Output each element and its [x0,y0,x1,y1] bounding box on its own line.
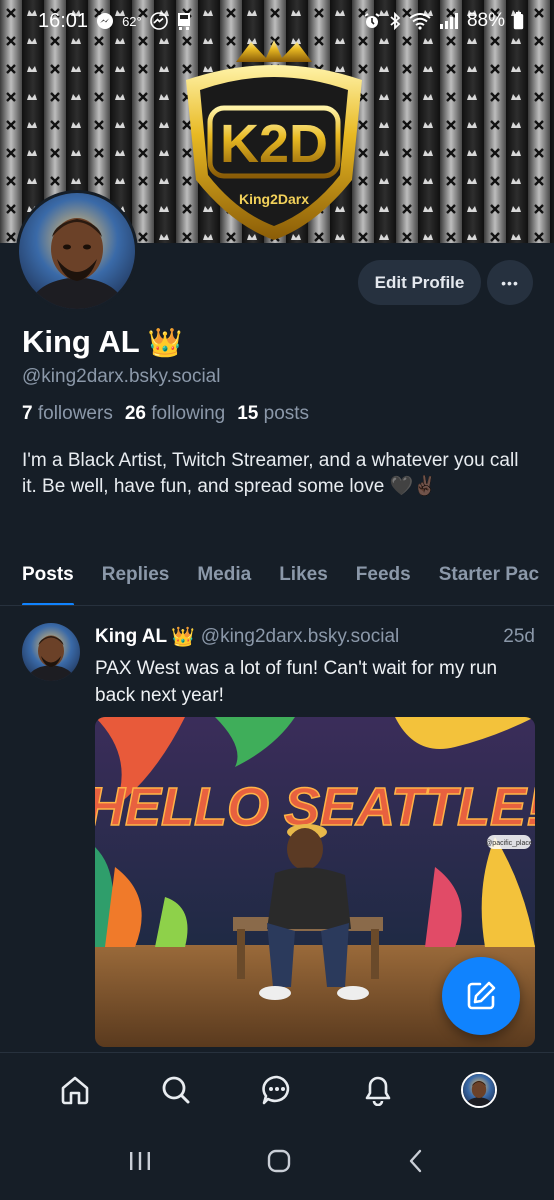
alarm-icon [363,12,381,30]
nav-profile[interactable] [449,1060,509,1120]
crown-icon: 👑 [171,627,195,648]
home-circle-icon [267,1149,291,1172]
bell-icon [365,1076,391,1106]
post-author-handle[interactable]: @king2darx.bsky.social [201,626,504,648]
compose-post-button[interactable] [442,957,520,1035]
tab-starter-packs[interactable]: Starter Pac [439,550,539,605]
recent-apps-button[interactable] [127,1150,153,1177]
status-temperature: 62° [122,13,142,29]
battery-percent: 88% [466,10,505,31]
profile-avatar [461,1071,498,1108]
followers-link[interactable]: 7 followers [22,403,113,425]
nav-chat[interactable] [247,1060,307,1120]
nav-notifications[interactable] [348,1060,408,1120]
tab-media[interactable]: Media [197,550,251,605]
profile-tabs: Posts Replies Media Likes Feeds Starter … [0,550,554,606]
post-header: King AL 👑 @king2darx.bsky.social 25d [95,625,535,649]
tab-likes[interactable]: Likes [279,550,328,605]
posts-count: 15 posts [237,403,310,424]
home-system-button[interactable] [266,1148,292,1179]
more-options-button[interactable]: ••• [487,260,533,305]
profile-stats: 7 followers 26 following 15 posts [22,403,309,425]
crown-icon: 👑 [147,326,183,358]
wifi-icon [409,12,431,30]
post-author-avatar[interactable] [22,623,80,681]
nav-search[interactable] [146,1060,206,1120]
k2d-logo: K2D King2Darx [186,40,362,240]
tab-feeds[interactable]: Feeds [356,550,411,605]
messenger-icon [96,12,114,30]
post-author-name[interactable]: King AL [95,626,167,648]
messenger-icon-2 [149,12,168,30]
post-timestamp[interactable]: 25d [503,626,535,648]
nav-home[interactable] [45,1060,105,1120]
signal-icon [439,13,459,29]
status-bar: 16:01 62° 88% [0,0,554,42]
svg-text:King2Darx: King2Darx [239,191,309,207]
profile-avatar-large[interactable] [16,190,138,312]
back-icon [410,1149,422,1172]
image-tag-text: @pacific_place [485,840,533,847]
tab-posts[interactable]: Posts [22,550,74,605]
chat-icon [262,1075,290,1104]
battery-icon [513,12,524,30]
status-time: 16:01 [38,9,89,32]
back-button[interactable] [405,1148,427,1179]
bottom-nav [0,1052,554,1126]
system-nav-bar [0,1126,554,1200]
ellipsis-icon: ••• [501,274,519,291]
recent-apps-icon [129,1151,150,1170]
bluetooth-icon [389,12,401,30]
edit-profile-button[interactable]: Edit Profile [358,260,481,305]
profile-handle: @king2darx.bsky.social [22,366,221,387]
following-link[interactable]: 26 following [125,403,225,425]
search-icon [162,1076,190,1103]
display-name-text: King AL [22,324,140,359]
svg-text:K2D: K2D [220,114,328,174]
post-text: PAX West was a lot of fun! Can't wait fo… [95,658,498,706]
home-icon [61,1076,88,1104]
compose-icon [467,981,496,1010]
display-name: King AL 👑 [22,324,183,360]
notification-app-icon [176,12,192,30]
profile-bio: I'm a Black Artist, Twitch Streamer, and… [22,450,519,497]
tab-replies[interactable]: Replies [102,550,170,605]
